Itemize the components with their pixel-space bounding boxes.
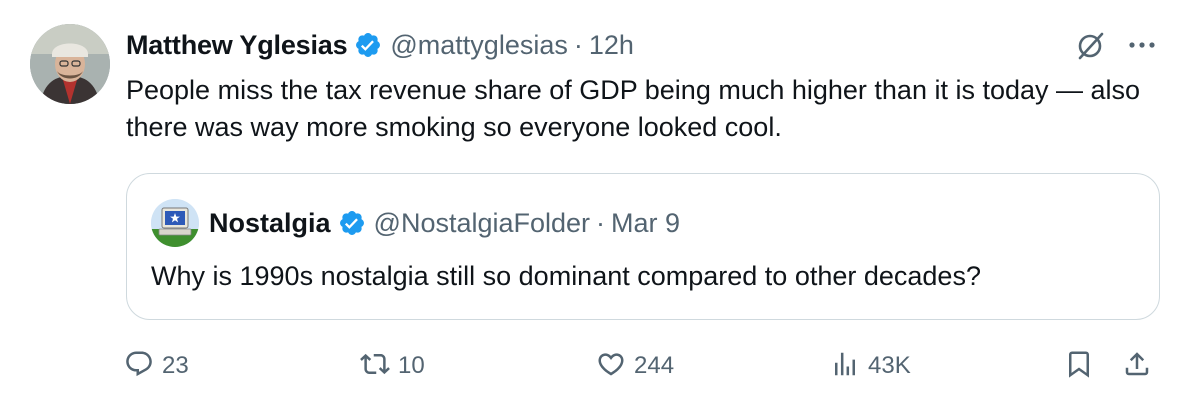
quoted-separator-dot: · <box>596 207 606 238</box>
retweet-icon <box>360 349 390 384</box>
author-handle[interactable]: @mattyglesias <box>390 30 567 61</box>
repost-button[interactable]: 10 <box>360 346 425 386</box>
repost-count: 10 <box>398 352 425 379</box>
quoted-text: Why is 1990s nostalgia still so dominant… <box>151 261 981 291</box>
like-count: 244 <box>634 352 675 379</box>
views-count: 43K <box>868 352 911 379</box>
quoted-avatar[interactable] <box>151 199 199 247</box>
reply-count: 23 <box>162 352 189 379</box>
views-button[interactable]: 43K <box>830 346 911 386</box>
quoted-handle[interactable]: @NostalgiaFolder <box>374 208 591 239</box>
tweet-header: Matthew Yglesias @mattyglesias · 12h <box>126 28 634 62</box>
bookmark-button[interactable] <box>1064 346 1094 386</box>
quoted-author-name[interactable]: Nostalgia <box>209 208 331 239</box>
views-icon <box>830 349 860 384</box>
like-icon <box>596 349 626 384</box>
action-bar: 23 10 244 43K <box>124 346 1164 386</box>
quoted-verified-icon[interactable] <box>338 209 366 237</box>
verified-icon[interactable] <box>354 31 382 59</box>
more-icon[interactable] <box>1124 30 1160 60</box>
tweet-text: People miss the tax revenue share of GDP… <box>126 75 1141 142</box>
author-avatar[interactable] <box>30 24 110 104</box>
share-button[interactable] <box>1122 346 1152 386</box>
author-name[interactable]: Matthew Yglesias <box>126 30 348 61</box>
timestamp[interactable]: 12h <box>589 30 634 61</box>
bookmark-icon <box>1064 349 1094 384</box>
quoted-tweet[interactable]: Nostalgia @NostalgiaFolder · Mar 9 Why i… <box>126 173 1160 320</box>
reply-button[interactable]: 23 <box>124 346 189 386</box>
quoted-timestamp[interactable]: Mar 9 <box>611 208 680 239</box>
grok-icon[interactable] <box>1072 28 1108 64</box>
quoted-header: Nostalgia @NostalgiaFolder · Mar 9 <box>209 204 680 242</box>
share-icon <box>1122 349 1152 384</box>
separator-dot: · <box>573 29 583 60</box>
like-button[interactable]: 244 <box>596 346 674 386</box>
reply-icon <box>124 349 154 384</box>
